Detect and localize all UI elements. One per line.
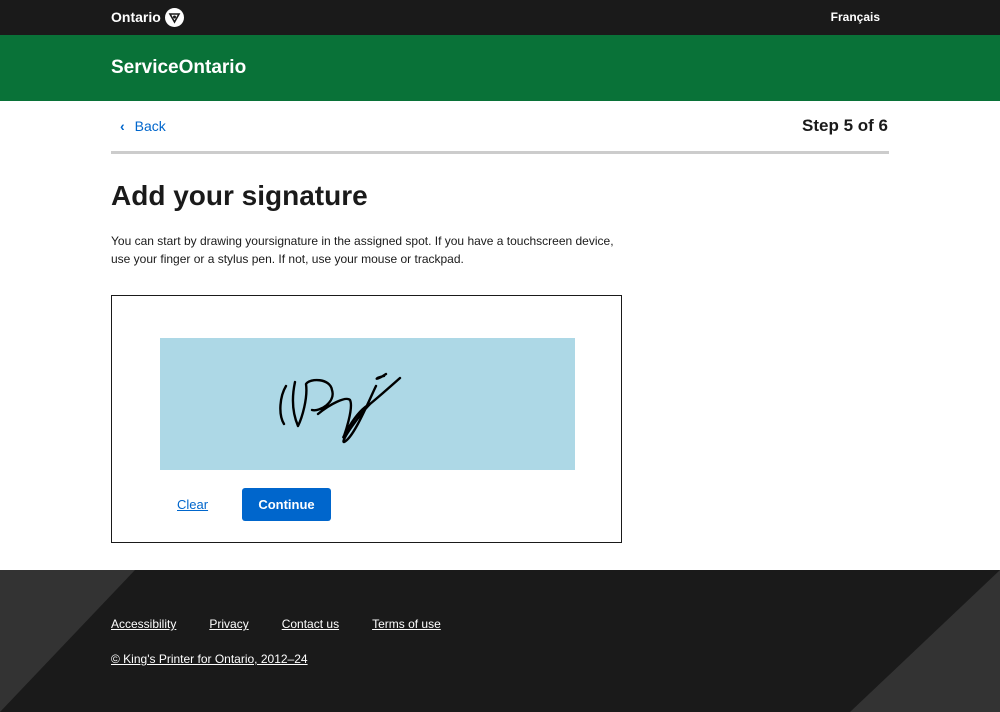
footer-decor-right [850, 570, 1000, 712]
footer-links: Accessibility Privacy Contact us Terms o… [111, 617, 441, 631]
footer-link-terms-of-use[interactable]: Terms of use [372, 617, 441, 631]
copyright-link[interactable]: © King's Printer for Ontario, 2012–24 [111, 652, 308, 666]
continue-button[interactable]: Continue [242, 488, 331, 521]
ontario-logo[interactable]: Ontario [111, 8, 184, 27]
footer-link-contact-us[interactable]: Contact us [282, 617, 339, 631]
footer-link-privacy[interactable]: Privacy [209, 617, 248, 631]
top-bar: Ontario Français [0, 0, 1000, 35]
intro-text: You can start by drawing yoursignature i… [111, 234, 614, 266]
back-link[interactable]: ‹ Back [120, 118, 166, 134]
back-label: Back [134, 118, 166, 134]
signature-card: Clear Continue [111, 295, 622, 543]
progress-divider [111, 151, 889, 154]
signature-pad[interactable] [160, 338, 575, 470]
footer-link-accessibility[interactable]: Accessibility [111, 617, 176, 631]
language-toggle-link[interactable]: Français [831, 10, 880, 24]
page-title: Add your signature [111, 180, 368, 211]
brand-title[interactable]: ServiceOntario [111, 57, 246, 79]
clear-signature-link[interactable]: Clear [177, 497, 208, 512]
trillium-icon [164, 8, 184, 27]
chevron-left-icon: ‹ [120, 118, 125, 134]
signature-drawing [279, 372, 402, 444]
ontario-logo-text: Ontario [111, 9, 161, 25]
footer-decor-left [0, 570, 135, 712]
step-indicator: Step 5 of 6 [802, 116, 888, 135]
footer: Accessibility Privacy Contact us Terms o… [0, 570, 1000, 712]
